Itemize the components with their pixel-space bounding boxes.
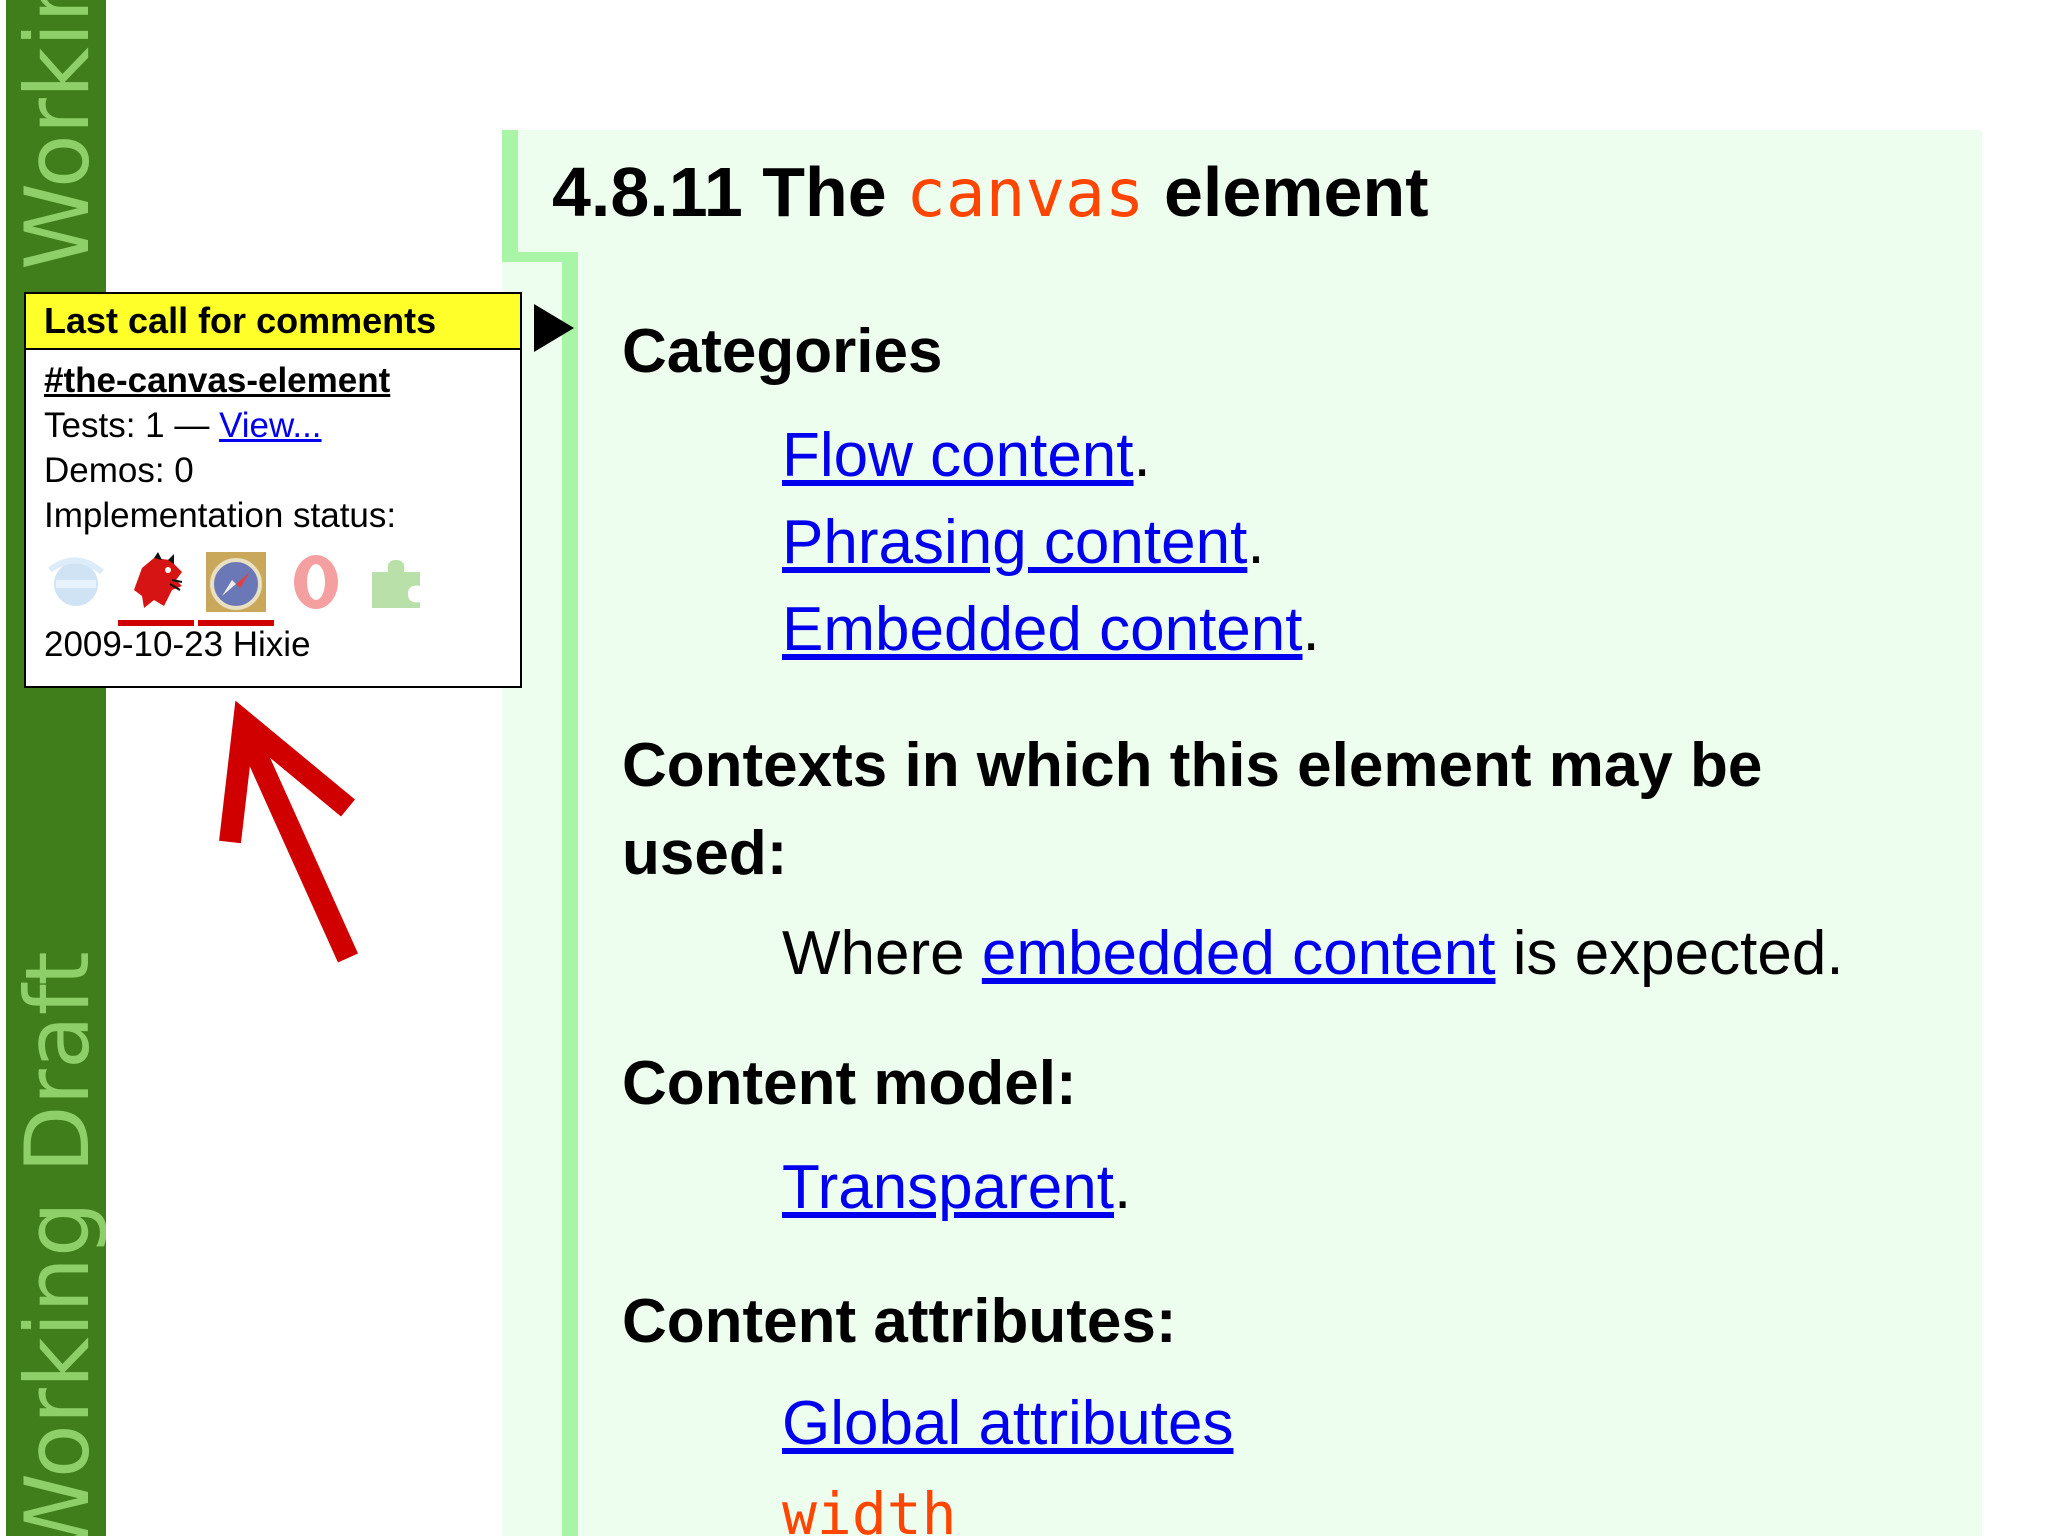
section-heading: 4.8.11 The canvas element (552, 152, 1429, 232)
section-number: 4.8.11 (552, 153, 743, 231)
attribute-item: width (782, 1478, 957, 1536)
section-title-pre: The (762, 153, 887, 231)
impl-status-label: Implementation status: (44, 496, 397, 535)
section-border-left (562, 262, 578, 1536)
category-item: Embedded content. (782, 595, 1320, 664)
popup-footer: 2009-10-23 Hixie (44, 625, 311, 664)
content-model-value: Transparent. (782, 1153, 1132, 1222)
plugin-icon (364, 550, 428, 614)
content-attributes-label: Content attributes: (622, 1287, 1177, 1356)
contexts-post: is expected. (1512, 919, 1844, 988)
width-attribute-link[interactable]: width (782, 1480, 957, 1536)
tests-label: Tests: 1 — (44, 406, 210, 445)
working-draft-band: Working Draft Working Draft (6, 0, 106, 1536)
embedded-content-context-link[interactable]: embedded content (982, 919, 1496, 988)
tests-row: Tests: 1 — View... (44, 403, 504, 448)
demos-row: Demos: 0 (44, 451, 194, 490)
band-label-top: Working Draft (6, 0, 106, 270)
popup-body: #the-canvas-element Tests: 1 — View... D… (26, 350, 520, 667)
category-item: Phrasing content. (782, 508, 1265, 577)
expand-arrow-icon[interactable] (534, 304, 574, 352)
contexts-label-line2: used: (622, 819, 788, 888)
opera-icon (284, 550, 348, 614)
attribute-item: Global attributes (782, 1388, 1233, 1459)
safari-icon (198, 550, 274, 626)
flow-content-link[interactable]: Flow content (782, 421, 1134, 490)
transparent-link[interactable]: Transparent (782, 1153, 1114, 1222)
status-popup: Last call for comments #the-canvas-eleme… (24, 292, 522, 688)
section-border (502, 130, 518, 260)
ie-icon (44, 550, 108, 614)
page: Working Draft Working Draft 4.8.11 The c… (0, 0, 2048, 1536)
categories-label: Categories (622, 317, 943, 386)
contexts-value: Where embedded content is expected. (782, 918, 1844, 989)
section-title-code: canvas (906, 155, 1145, 232)
global-attributes-link[interactable]: Global attributes (782, 1389, 1233, 1458)
annotation-arrow-icon (219, 700, 359, 963)
band-label-bottom: Working Draft (6, 951, 106, 1536)
contexts-label-line1: Contexts in which this element may be (622, 731, 1763, 800)
firefox-icon (118, 550, 194, 626)
popup-header: Last call for comments (26, 294, 520, 350)
browser-support-list (44, 542, 504, 626)
contexts-pre: Where (782, 919, 965, 988)
section-border-corner (502, 252, 578, 262)
content-model-label: Content model: (622, 1049, 1077, 1118)
embedded-content-link[interactable]: Embedded content (782, 595, 1303, 664)
phrasing-content-link[interactable]: Phrasing content (782, 508, 1247, 577)
section-title-post: element (1164, 153, 1429, 231)
view-tests-link[interactable]: View... (219, 406, 321, 445)
section-anchor-link[interactable]: #the-canvas-element (44, 358, 504, 403)
category-item: Flow content. (782, 421, 1151, 490)
